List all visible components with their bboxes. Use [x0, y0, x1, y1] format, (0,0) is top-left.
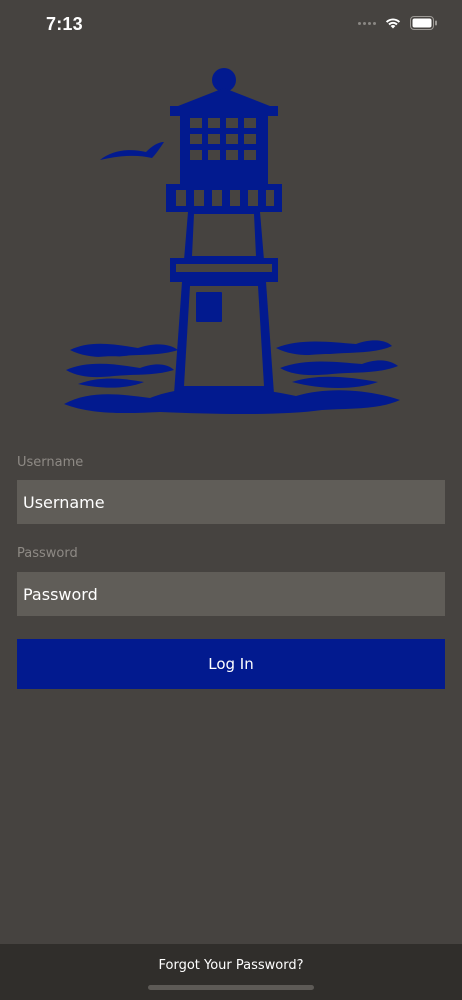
login-button[interactable]: Log In	[17, 639, 445, 689]
username-label: Username	[17, 455, 84, 470]
password-input[interactable]	[17, 572, 445, 616]
status-bar: 7:13	[0, 0, 462, 50]
status-time: 7:13	[46, 14, 83, 34]
username-input[interactable]	[17, 480, 445, 524]
status-icons	[358, 16, 438, 30]
lighthouse-logo-icon	[64, 68, 400, 414]
cellular-signal-icon	[358, 21, 376, 25]
home-indicator	[148, 985, 314, 990]
battery-icon	[410, 16, 437, 30]
footer-bar: Forgot Your Password?	[0, 944, 462, 1000]
wifi-icon	[385, 18, 401, 29]
forgot-password-link[interactable]: Forgot Your Password?	[0, 958, 462, 973]
password-label: Password	[17, 546, 78, 561]
